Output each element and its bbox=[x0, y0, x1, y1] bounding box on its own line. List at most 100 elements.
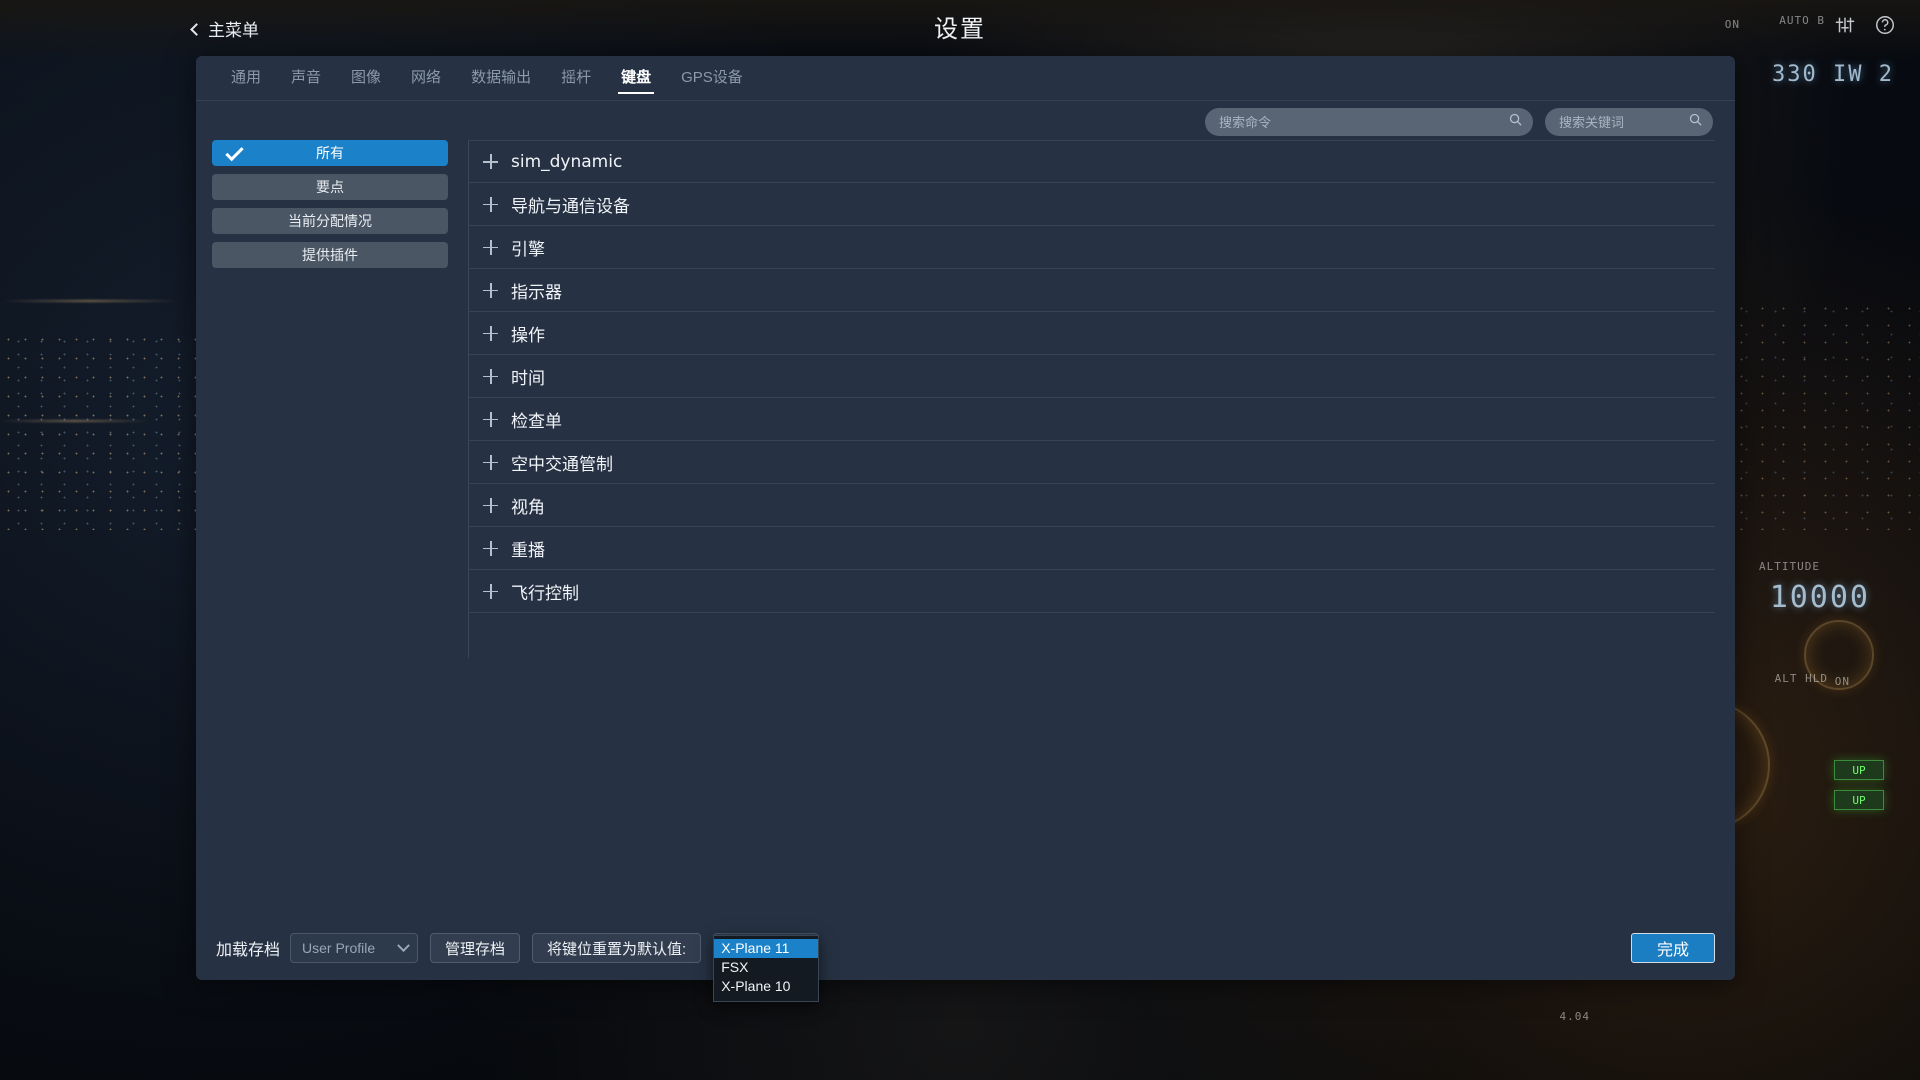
plus-icon[interactable] bbox=[483, 454, 498, 470]
table-row[interactable]: 视角 bbox=[469, 484, 1715, 527]
dropdown-option-xplane10[interactable]: X-Plane 10 bbox=[714, 977, 818, 996]
table-row[interactable]: 检查单 bbox=[469, 398, 1715, 441]
search-keywords-input[interactable] bbox=[1559, 114, 1682, 130]
category-label: 引擎 bbox=[511, 239, 545, 259]
horizon-glow-1 bbox=[0, 300, 180, 302]
tab-sound[interactable]: 声音 bbox=[276, 56, 336, 100]
table-row[interactable]: sim_dynamic bbox=[469, 140, 1715, 183]
tab-data-output[interactable]: 数据输出 bbox=[456, 56, 546, 100]
category-label: 指示器 bbox=[511, 282, 562, 302]
header-divider bbox=[196, 100, 1735, 101]
table-row[interactable]: 指示器 bbox=[469, 269, 1715, 312]
search-icon bbox=[1688, 112, 1703, 132]
category-label: 操作 bbox=[511, 325, 545, 345]
plus-icon[interactable] bbox=[483, 583, 498, 599]
sidebar-item-label: 提供插件 bbox=[302, 247, 358, 263]
done-label: 完成 bbox=[1656, 942, 1689, 959]
chevron-down-icon bbox=[397, 938, 410, 952]
plus-icon[interactable] bbox=[483, 368, 498, 384]
dropdown-option-label: FSX bbox=[721, 959, 749, 975]
category-label: 导航与通信设备 bbox=[511, 196, 630, 216]
reset-keys-button[interactable]: 将键位重置为默认值: bbox=[532, 933, 702, 963]
category-label: 检查单 bbox=[511, 411, 562, 431]
header-icons bbox=[1834, 14, 1896, 41]
table-row[interactable]: 操作 bbox=[469, 312, 1715, 355]
dropdown-option-xplane11[interactable]: X-Plane 11 bbox=[714, 939, 819, 958]
plus-icon[interactable] bbox=[483, 196, 498, 212]
tab-gps-device[interactable]: GPS设备 bbox=[666, 56, 758, 100]
profile-select-value: User Profile bbox=[302, 940, 376, 956]
plus-icon[interactable] bbox=[483, 497, 498, 513]
manage-profiles-label: 管理存档 bbox=[445, 940, 506, 958]
search-icon bbox=[1508, 112, 1523, 132]
nav-frequency: 330 IW 2 bbox=[1772, 62, 1894, 87]
sidebar-item-plugin-provided[interactable]: 提供插件 bbox=[212, 242, 448, 268]
table-row[interactable]: 空中交通管制 bbox=[469, 441, 1715, 484]
tab-label: 数据输出 bbox=[471, 69, 532, 86]
sidebar-item-label: 当前分配情况 bbox=[288, 213, 372, 229]
tab-label: 摇杆 bbox=[561, 69, 592, 86]
horizon-glow-2 bbox=[0, 420, 150, 422]
table-row[interactable]: 重播 bbox=[469, 527, 1715, 570]
altitude-label: ALTITUDE bbox=[1759, 560, 1820, 573]
dropdown-option-label: X-Plane 10 bbox=[721, 978, 791, 994]
plus-icon[interactable] bbox=[483, 154, 498, 169]
code-label: 4.04 bbox=[1559, 1010, 1590, 1023]
category-label: 时间 bbox=[511, 368, 545, 388]
altitude-value: 10000 bbox=[1769, 580, 1870, 615]
search-row bbox=[1205, 108, 1713, 136]
tab-network[interactable]: 网络 bbox=[396, 56, 456, 100]
sidebar-item-essentials[interactable]: 要点 bbox=[212, 174, 448, 200]
tab-general[interactable]: 通用 bbox=[216, 56, 276, 100]
tab-label: GPS设备 bbox=[681, 69, 743, 86]
table-row[interactable]: 导航与通信设备 bbox=[469, 183, 1715, 226]
tab-label: 键盘 bbox=[621, 69, 652, 86]
reset-target-dropdown-menu[interactable]: X-Plane 11 FSX X-Plane 10 bbox=[713, 935, 820, 1002]
sidebar-item-label: 所有 bbox=[316, 145, 344, 161]
sliders-icon[interactable] bbox=[1834, 14, 1856, 41]
table-row[interactable]: 引擎 bbox=[469, 226, 1715, 269]
alt-hld-label: ALT HLD bbox=[1774, 672, 1828, 685]
table-row[interactable]: 飞行控制 bbox=[469, 570, 1715, 613]
category-label: 飞行控制 bbox=[511, 583, 579, 603]
search-keywords-box[interactable] bbox=[1545, 108, 1713, 136]
done-button[interactable]: 完成 bbox=[1631, 933, 1715, 963]
manage-profiles-button[interactable]: 管理存档 bbox=[430, 933, 521, 963]
tab-label: 声音 bbox=[291, 69, 322, 86]
tab-joystick[interactable]: 摇杆 bbox=[546, 56, 606, 100]
tab-label: 通用 bbox=[231, 69, 262, 86]
category-label: 重播 bbox=[511, 540, 545, 560]
sidebar-item-current-assignments[interactable]: 当前分配情况 bbox=[212, 208, 448, 234]
plus-icon[interactable] bbox=[483, 325, 498, 341]
city-lights-left bbox=[0, 330, 200, 530]
bottom-toolbar: 加载存档 User Profile 管理存档 将键位重置为默认值: X-Plan… bbox=[196, 916, 1735, 1002]
sidebar-item-all[interactable]: 所有 bbox=[212, 140, 448, 166]
plus-icon[interactable] bbox=[483, 239, 498, 255]
category-label: 视角 bbox=[511, 497, 545, 517]
profile-select[interactable]: User Profile bbox=[290, 933, 419, 963]
plus-icon[interactable] bbox=[483, 411, 498, 427]
tab-label: 图像 bbox=[351, 69, 382, 86]
search-commands-box[interactable] bbox=[1205, 108, 1533, 136]
sidebar-item-label: 要点 bbox=[316, 179, 344, 195]
tab-graphics[interactable]: 图像 bbox=[336, 56, 396, 100]
plus-icon[interactable] bbox=[483, 282, 498, 298]
page-title: 设置 bbox=[934, 16, 986, 43]
tab-keyboard[interactable]: 键盘 bbox=[606, 56, 666, 100]
check-icon bbox=[225, 142, 244, 162]
table-row[interactable]: 时间 bbox=[469, 355, 1715, 398]
command-category-list: sim_dynamic 导航与通信设备 引擎 指示器 操作 时间 检查单 空中交… bbox=[469, 140, 1715, 613]
settings-panel: 通用 声音 图像 网络 数据输出 摇杆 键盘 GPS设备 搜索命令 搜索关键词 … bbox=[196, 56, 1735, 1002]
dropdown-option-label: X-Plane 11 bbox=[721, 940, 790, 956]
reset-keys-label: 将键位重置为默认值: bbox=[547, 940, 687, 958]
led-indicator: UP bbox=[1834, 760, 1884, 780]
settings-tabs: 通用 声音 图像 网络 数据输出 摇杆 键盘 GPS设备 bbox=[196, 56, 758, 100]
dropdown-option-fsx[interactable]: FSX bbox=[714, 958, 818, 977]
load-profile-label: 加载存档 bbox=[216, 942, 281, 959]
search-commands-input[interactable] bbox=[1219, 114, 1502, 130]
reset-target-select[interactable]: X-Plane 11 X-Plane 11 FSX X-Plane 10 bbox=[713, 933, 820, 1002]
help-icon[interactable] bbox=[1874, 14, 1896, 41]
plus-icon[interactable] bbox=[483, 540, 498, 556]
tab-label: 网络 bbox=[411, 69, 442, 86]
led-up: UP bbox=[1834, 790, 1884, 810]
